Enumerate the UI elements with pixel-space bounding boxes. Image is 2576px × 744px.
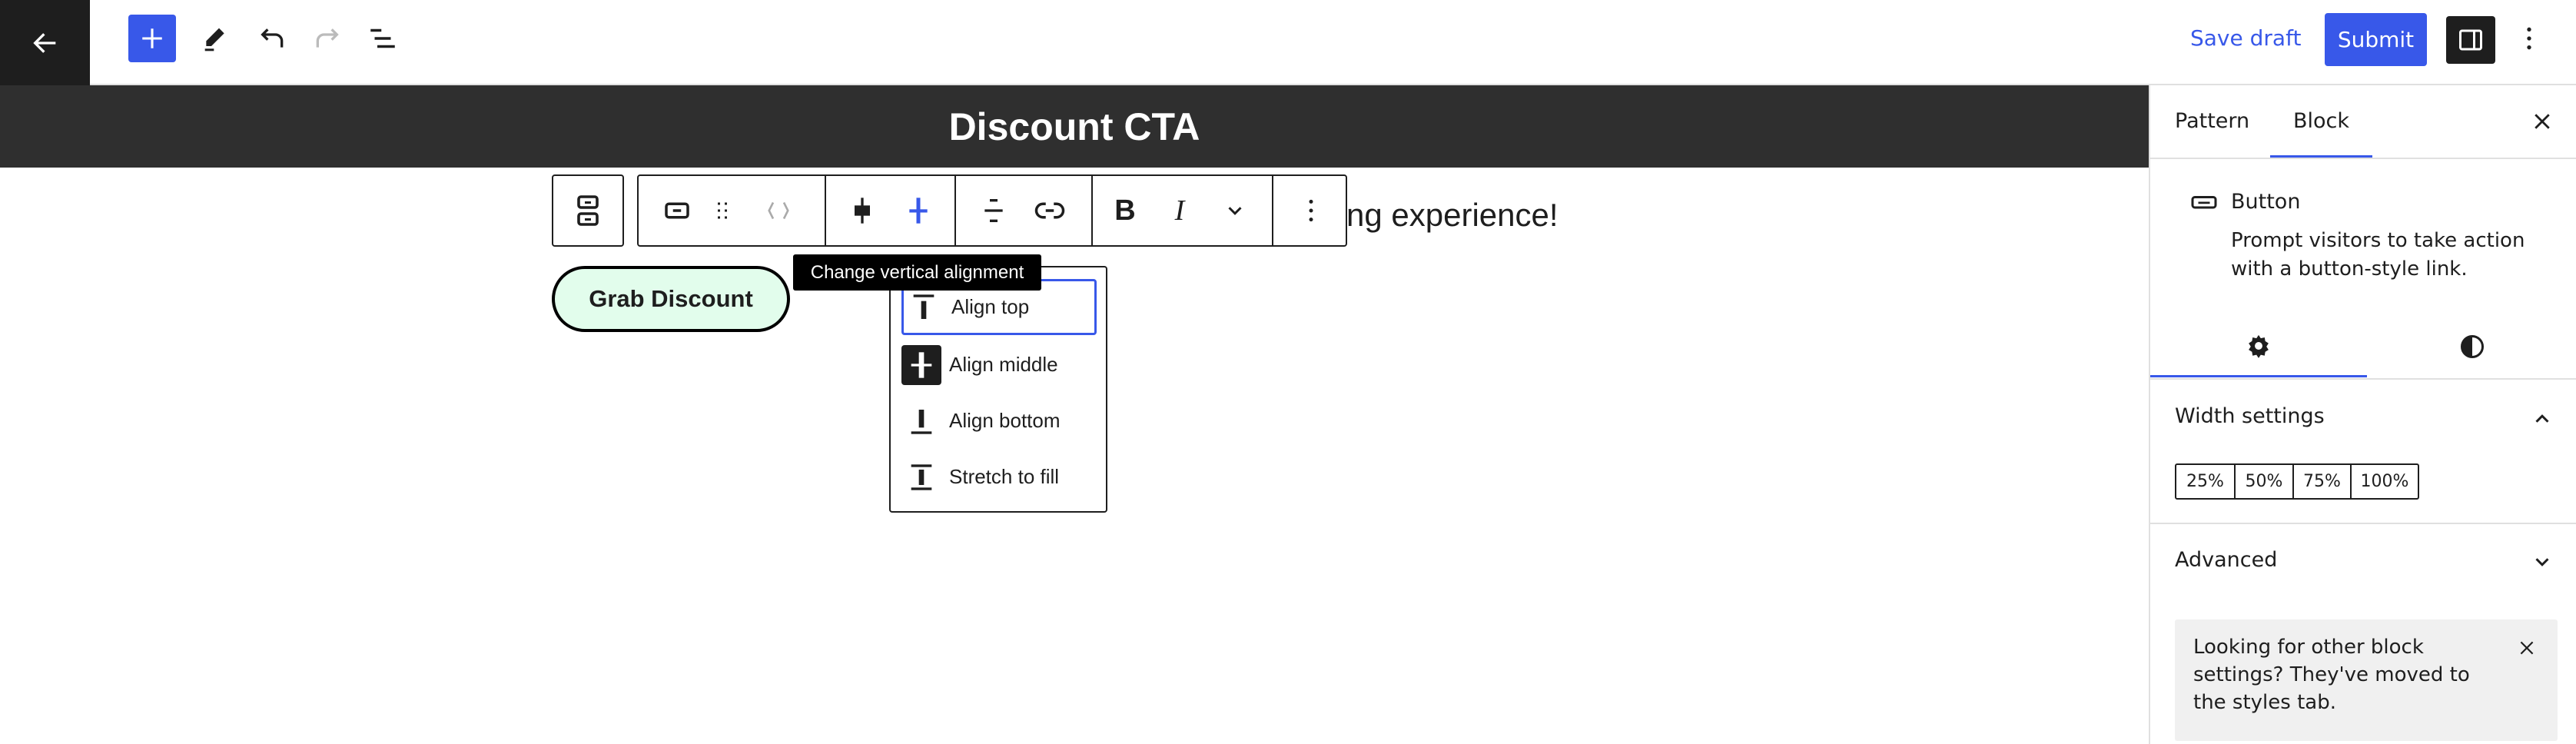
tab-styles[interactable]	[2367, 316, 2576, 377]
gear-icon	[2249, 334, 2269, 358]
width-option-25[interactable]: 25%	[2176, 465, 2236, 498]
plus-icon	[142, 28, 162, 48]
chevron-down-icon	[1228, 207, 1242, 215]
buttons-parent-icon	[563, 186, 612, 235]
chevron-left-right-icon	[768, 201, 789, 220]
link-icon	[1034, 202, 1065, 219]
align-bottom-icon	[901, 401, 941, 441]
italic-icon: I	[1174, 194, 1185, 227]
move-buttons[interactable]	[754, 186, 803, 235]
justification-button[interactable]	[838, 186, 887, 235]
vertical-alignment-button[interactable]	[894, 186, 943, 235]
select-parent-button[interactable]	[552, 174, 624, 247]
list-view-icon	[370, 28, 395, 48]
tab-settings[interactable]	[2150, 316, 2367, 377]
width-option-100[interactable]: 100%	[2352, 465, 2418, 498]
pattern-title: Discount CTA	[0, 85, 2149, 168]
button-block-icon	[665, 202, 689, 219]
dismiss-notice-button[interactable]	[2511, 633, 2542, 663]
paragraph-end[interactable]: ng experience!	[1346, 192, 1559, 238]
justify-center-icon	[855, 198, 870, 224]
kebab-menu-icon	[1309, 199, 1313, 222]
close-icon	[2535, 114, 2550, 129]
save-draft-button[interactable]: Save draft	[2190, 23, 2301, 54]
pencil-icon	[204, 28, 224, 51]
tooltip: Change vertical alignment	[793, 254, 1041, 291]
grab-discount-button[interactable]: Grab Discount	[552, 266, 790, 332]
text-align-button[interactable]	[969, 186, 1018, 235]
chevron-down-icon	[2535, 558, 2549, 566]
block-name: Button	[2231, 190, 2301, 214]
align-middle-icon	[901, 344, 941, 385]
redo-button[interactable]	[303, 15, 350, 62]
tab-pattern[interactable]: Pattern	[2175, 85, 2249, 158]
italic-button[interactable]: I	[1155, 186, 1204, 235]
more-formatting-button[interactable]	[1210, 186, 1260, 235]
button-block-icon	[2190, 191, 2218, 220]
undo-icon	[261, 28, 284, 48]
block-toolbar: B I	[637, 174, 1347, 247]
tools-button[interactable]	[191, 15, 239, 62]
notice-text: Looking for other block settings? They'v…	[2193, 636, 2470, 714]
width-option-50[interactable]: 50%	[2236, 465, 2294, 498]
undo-button[interactable]	[249, 15, 297, 62]
list-view-button[interactable]	[359, 15, 407, 62]
drag-handle[interactable]	[698, 186, 747, 235]
close-sidebar-button[interactable]	[2527, 106, 2558, 137]
link-button[interactable]	[1025, 186, 1074, 235]
align-center-text-icon	[984, 199, 1003, 222]
width-option-75[interactable]: 75%	[2294, 465, 2352, 498]
chevron-up-icon	[2535, 414, 2549, 423]
submit-button[interactable]: Submit	[2325, 13, 2427, 66]
kebab-menu-icon	[2527, 27, 2531, 50]
sidebar-toggle-icon	[2459, 29, 2482, 51]
width-settings-title[interactable]: Width settings	[2175, 404, 2325, 428]
width-options: 25% 50% 75% 100%	[2175, 463, 2419, 500]
settings-sidebar-toggle[interactable]	[2446, 16, 2495, 64]
menu-item-stretch-to-fill[interactable]: Stretch to fill	[901, 449, 1097, 505]
align-stretch-icon	[909, 198, 928, 224]
menu-item-align-bottom[interactable]: Align bottom	[901, 393, 1097, 449]
contrast-icon	[2461, 335, 2484, 358]
block-options-button[interactable]	[1286, 186, 1336, 235]
vertical-alignment-menu: Align top Align middle Align bottom Stre…	[889, 266, 1107, 513]
advanced-toggle[interactable]	[2527, 546, 2558, 577]
width-settings-toggle[interactable]	[2527, 404, 2558, 434]
advanced-title[interactable]: Advanced	[2175, 548, 2277, 572]
close-icon	[2520, 641, 2534, 655]
block-type-button[interactable]	[652, 186, 702, 235]
align-top-icon	[904, 287, 944, 327]
menu-item-align-middle[interactable]: Align middle	[901, 337, 1097, 393]
settings-sidebar: Pattern Block Button Prompt visitors to …	[2149, 85, 2576, 744]
back-arrow-icon	[32, 32, 55, 53]
bold-icon: B	[1114, 194, 1136, 227]
styles-moved-notice: Looking for other block settings? They'v…	[2175, 619, 2558, 741]
options-button[interactable]	[2505, 15, 2553, 62]
add-block-button[interactable]	[128, 15, 176, 62]
back-button[interactable]	[0, 0, 90, 85]
drag-icon	[718, 202, 727, 219]
stretch-to-fill-icon	[901, 457, 941, 497]
bold-button[interactable]: B	[1100, 186, 1150, 235]
tab-block[interactable]: Block	[2270, 85, 2372, 158]
block-description: Prompt visitors to take action with a bu…	[2231, 229, 2525, 281]
redo-icon	[316, 28, 339, 48]
